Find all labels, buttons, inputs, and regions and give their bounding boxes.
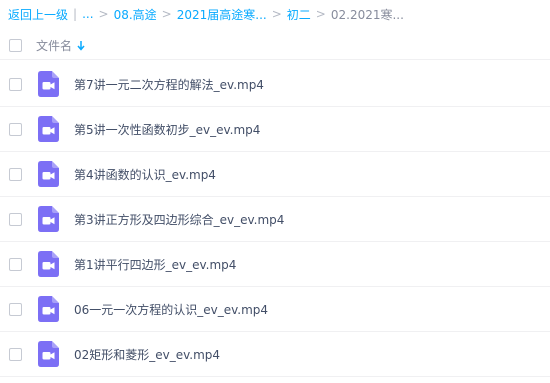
file-name[interactable]: 第1讲平行四边形_ev_ev.mp4 [74, 256, 236, 273]
breadcrumb-separator: > [271, 7, 282, 21]
row-divider [0, 376, 550, 377]
video-file-icon [38, 251, 59, 277]
file-checkbox[interactable] [9, 258, 22, 271]
select-all-checkbox[interactable] [9, 39, 22, 52]
file-name[interactable]: 06一元一次方程的认识_ev_ev.mp4 [74, 301, 268, 318]
breadcrumb-item-gaotu[interactable]: 08.高途 [114, 6, 157, 23]
breadcrumb-separator: > [98, 7, 109, 21]
file-checkbox[interactable] [9, 78, 22, 91]
file-name[interactable]: 第5讲一次性函数初步_ev_ev.mp4 [74, 121, 260, 138]
file-checkbox[interactable] [9, 213, 22, 226]
breadcrumb-item-winter[interactable]: 2021届高途寒... [177, 6, 267, 23]
arrow-down-icon[interactable] [77, 40, 85, 51]
file-list-header: 文件名 [0, 33, 550, 57]
file-checkbox[interactable] [9, 303, 22, 316]
file-row[interactable]: 06一元一次方程的认识_ev_ev.mp4 [0, 287, 550, 332]
filename-column-label: 文件名 [36, 39, 73, 53]
file-checkbox[interactable] [9, 348, 22, 361]
file-checkbox[interactable] [9, 168, 22, 181]
file-row[interactable]: 02矩形和菱形_ev_ev.mp4 [0, 332, 550, 377]
video-file-icon [38, 161, 59, 187]
file-name[interactable]: 第3讲正方形及四边形综合_ev_ev.mp4 [74, 211, 284, 228]
breadcrumb-item-grade[interactable]: 初二 [287, 6, 311, 23]
breadcrumb-separator: > [315, 7, 326, 21]
filename-column-header[interactable]: 文件名 [36, 37, 85, 54]
video-file-icon [38, 116, 59, 142]
file-row[interactable]: 第3讲正方形及四边形综合_ev_ev.mp4 [0, 197, 550, 242]
file-name[interactable]: 第4讲函数的认识_ev.mp4 [74, 166, 216, 183]
file-name[interactable]: 第7讲一元二次方程的解法_ev.mp4 [74, 76, 264, 93]
video-file-icon [38, 296, 59, 322]
video-file-icon [38, 341, 59, 367]
file-row[interactable]: 第4讲函数的认识_ev.mp4 [0, 152, 550, 197]
breadcrumb-current: 02.2021寒... [330, 7, 404, 22]
file-checkbox[interactable] [9, 123, 22, 136]
breadcrumb-separator: > [161, 7, 172, 21]
file-name[interactable]: 02矩形和菱形_ev_ev.mp4 [74, 346, 220, 363]
file-row[interactable]: 第5讲一次性函数初步_ev_ev.mp4 [0, 107, 550, 152]
breadcrumb-ellipsis[interactable]: ... [82, 7, 93, 21]
file-row[interactable]: 第7讲一元二次方程的解法_ev.mp4 [0, 62, 550, 107]
file-row[interactable]: 第1讲平行四边形_ev_ev.mp4 [0, 242, 550, 287]
video-file-icon [38, 206, 59, 232]
breadcrumb: 返回上一级 | ... > 08.高途 > 2021届高途寒... > 初二 >… [8, 5, 404, 23]
back-link[interactable]: 返回上一级 [8, 6, 68, 23]
video-file-icon [38, 71, 59, 97]
header-divider [0, 59, 550, 60]
breadcrumb-divider: | [73, 7, 78, 21]
